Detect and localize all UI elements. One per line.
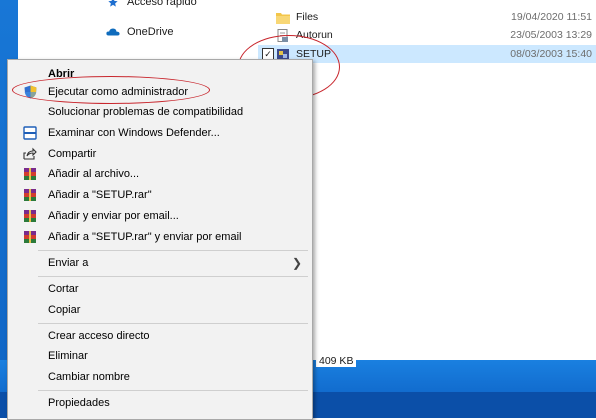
menu-item-add-and-email[interactable]: Añadir y enviar por email... — [8, 206, 312, 226]
winrar-icon — [23, 167, 37, 181]
nav-item-label: OneDrive — [127, 26, 174, 38]
menu-item-label: Examinar con Windows Defender... — [48, 127, 220, 139]
menu-item-copy[interactable]: Copiar — [8, 300, 312, 320]
menu-item-troubleshoot-compatibility[interactable]: Solucionar problemas de compatibilidad — [8, 102, 312, 122]
file-name: Files — [296, 11, 319, 23]
menu-item-label: Copiar — [48, 304, 81, 316]
winrar-icon — [23, 188, 37, 202]
menu-separator — [38, 390, 308, 391]
menu-item-add-to-archive[interactable]: Añadir al archivo... — [8, 164, 312, 184]
cloud-icon — [106, 28, 120, 36]
menu-item-label: Añadir a "SETUP.rar" — [48, 189, 152, 201]
file-row-files[interactable]: Files 19/04/2020 11:51 — [258, 8, 596, 26]
nav-item-quick-access[interactable]: Acceso rápido — [106, 0, 197, 8]
file-date: 08/03/2003 15:40 — [510, 48, 592, 60]
menu-item-rename[interactable]: Cambiar nombre — [8, 367, 312, 387]
file-date: 23/05/2003 13:29 — [510, 29, 592, 41]
menu-item-label: Añadir al archivo... — [48, 168, 140, 180]
annotation-circle-run-as-admin — [12, 76, 210, 104]
menu-item-properties[interactable]: Propiedades — [8, 393, 312, 413]
menu-item-label: Enviar a — [48, 257, 89, 269]
nav-item-label: Acceso rápido — [127, 0, 197, 8]
menu-item-label: Cortar — [48, 283, 79, 295]
menu-item-label: Solucionar problemas de compatibilidad — [48, 106, 244, 118]
winrar-icon — [23, 209, 37, 223]
menu-item-label: Propiedades — [48, 397, 110, 409]
menu-separator — [38, 276, 308, 277]
menu-item-label: Crear acceso directo — [48, 330, 150, 342]
file-name: Autorun — [296, 29, 333, 41]
folder-icon — [276, 12, 290, 24]
defender-icon — [23, 126, 37, 140]
menu-item-delete[interactable]: Eliminar — [8, 346, 312, 366]
star-icon — [108, 0, 118, 7]
menu-item-label: Añadir y enviar por email... — [48, 210, 179, 222]
menu-item-label: Eliminar — [48, 350, 88, 362]
menu-item-add-setup-rar-and-email[interactable]: Añadir a "SETUP.rar" y enviar por email — [8, 227, 312, 247]
file-size-status: 409 KB — [316, 355, 357, 367]
menu-separator — [38, 250, 308, 251]
file-date: 19/04/2020 11:51 — [511, 11, 592, 23]
menu-item-send-to[interactable]: Enviar a ❯ — [8, 253, 312, 273]
chevron-right-icon: ❯ — [291, 256, 302, 270]
menu-item-label: Añadir a "SETUP.rar" y enviar por email — [48, 231, 242, 243]
menu-item-add-to-setup-rar[interactable]: Añadir a "SETUP.rar" — [8, 185, 312, 205]
menu-item-create-shortcut[interactable]: Crear acceso directo — [8, 326, 312, 346]
menu-separator — [38, 323, 308, 324]
nav-item-onedrive[interactable]: OneDrive — [106, 26, 173, 38]
winrar-icon — [23, 230, 37, 244]
share-icon — [23, 147, 37, 161]
menu-item-share[interactable]: Compartir — [8, 144, 312, 164]
menu-item-label: Cambiar nombre — [48, 371, 130, 383]
menu-item-scan-defender[interactable]: Examinar con Windows Defender... — [8, 123, 312, 143]
menu-item-cut[interactable]: Cortar — [8, 279, 312, 299]
menu-item-label: Compartir — [48, 148, 97, 160]
context-menu: Abrir Ejecutar como administrador Soluci… — [7, 59, 313, 420]
